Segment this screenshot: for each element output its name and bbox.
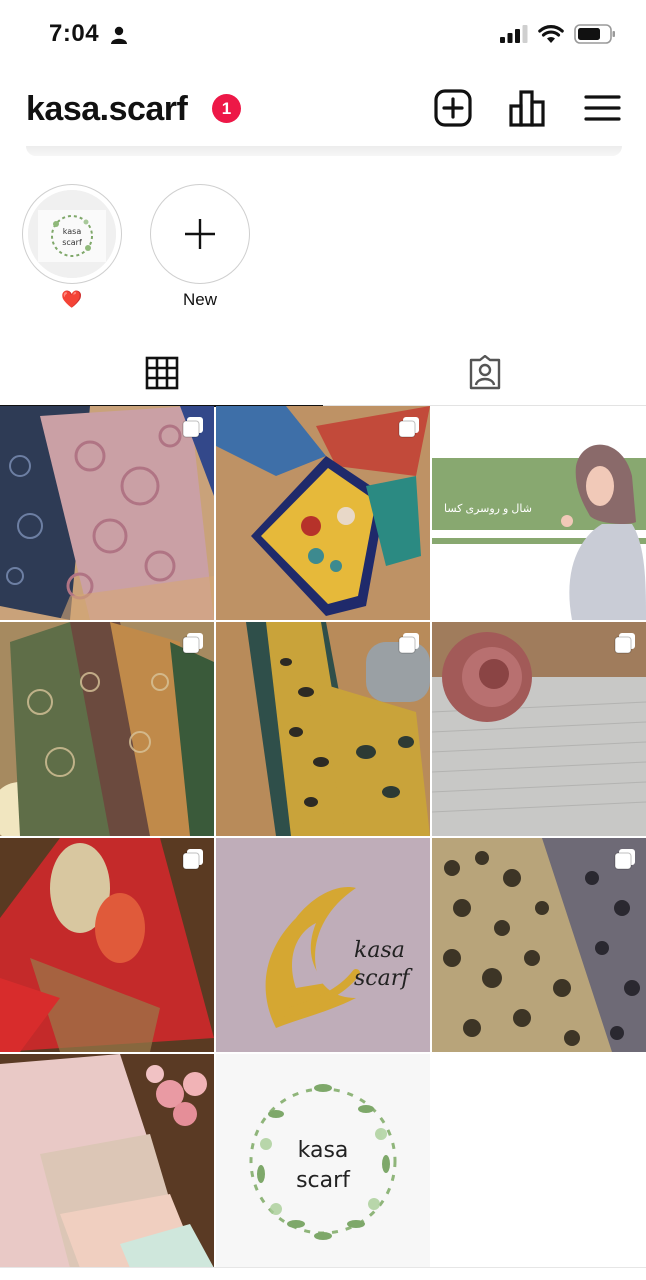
post-thumbnail[interactable] bbox=[0, 838, 214, 1052]
cellular-signal-icon bbox=[500, 25, 528, 43]
logo-text-2: scarf bbox=[354, 966, 410, 991]
post-thumbnail[interactable] bbox=[216, 406, 430, 620]
tab-grid[interactable] bbox=[0, 340, 323, 407]
status-bar: 7:04 bbox=[0, 0, 646, 70]
post-thumbnail[interactable] bbox=[0, 622, 214, 836]
status-indicators bbox=[500, 24, 616, 44]
wifi-icon bbox=[538, 24, 564, 43]
battery-icon bbox=[574, 24, 615, 44]
post-thumbnail[interactable] bbox=[0, 406, 214, 620]
notification-badge[interactable]: 1 bbox=[212, 94, 241, 123]
post-thumbnail[interactable] bbox=[0, 1054, 214, 1268]
multiple-photos-icon bbox=[182, 417, 203, 438]
post-thumbnail[interactable] bbox=[432, 622, 646, 836]
create-post-icon[interactable] bbox=[433, 88, 473, 128]
post-thumbnail[interactable] bbox=[216, 622, 430, 836]
highlight-cover[interactable]: kasa scarf bbox=[22, 184, 122, 284]
post-thumbnail[interactable] bbox=[432, 838, 646, 1052]
status-time: 7:04 bbox=[49, 20, 100, 47]
person-icon bbox=[111, 26, 127, 44]
highlight-label: ❤️ bbox=[61, 290, 83, 309]
multiple-photos-icon bbox=[182, 633, 203, 654]
post-thumbnail[interactable]: kasa scarf bbox=[216, 1054, 430, 1268]
wreath-text-1: kasa bbox=[297, 1138, 349, 1163]
new-highlight-button[interactable] bbox=[150, 184, 250, 284]
plus-icon bbox=[185, 219, 215, 249]
multiple-photos-icon bbox=[182, 849, 203, 870]
post-thumbnail[interactable]: شال و روسری کسا bbox=[432, 406, 646, 620]
insights-icon[interactable] bbox=[508, 88, 548, 128]
highlight-thumb-text-2: scarf bbox=[62, 238, 82, 247]
logo-text-1: kasa bbox=[354, 938, 405, 963]
highlight-thumbnail: kasa scarf bbox=[28, 190, 116, 278]
grid-icon bbox=[145, 356, 178, 390]
highlight-thumb-text-1: kasa bbox=[63, 227, 82, 236]
new-highlight[interactable]: New bbox=[150, 184, 250, 310]
wreath-text-2: scarf bbox=[296, 1168, 350, 1193]
multiple-photos-icon bbox=[398, 417, 419, 438]
username[interactable]: kasa.scarf bbox=[26, 90, 188, 129]
tagged-person-icon bbox=[469, 355, 500, 390]
header-divider bbox=[26, 146, 622, 156]
multiple-photos-icon bbox=[398, 633, 419, 654]
tab-tagged[interactable] bbox=[323, 340, 646, 406]
new-highlight-label: New bbox=[182, 290, 217, 309]
menu-icon[interactable] bbox=[583, 88, 623, 128]
story-highlight[interactable]: kasa scarf ❤️ bbox=[22, 184, 122, 310]
post-thumbnail[interactable]: kasa scarf bbox=[216, 838, 430, 1052]
banner-text: شال و روسری کسا bbox=[444, 503, 532, 515]
profile-header: kasa.scarf 1 bbox=[0, 70, 646, 146]
multiple-photos-icon bbox=[614, 633, 635, 654]
bottom-divider bbox=[0, 1267, 646, 1268]
multiple-photos-icon bbox=[614, 849, 635, 870]
profile-tabs bbox=[0, 340, 646, 407]
